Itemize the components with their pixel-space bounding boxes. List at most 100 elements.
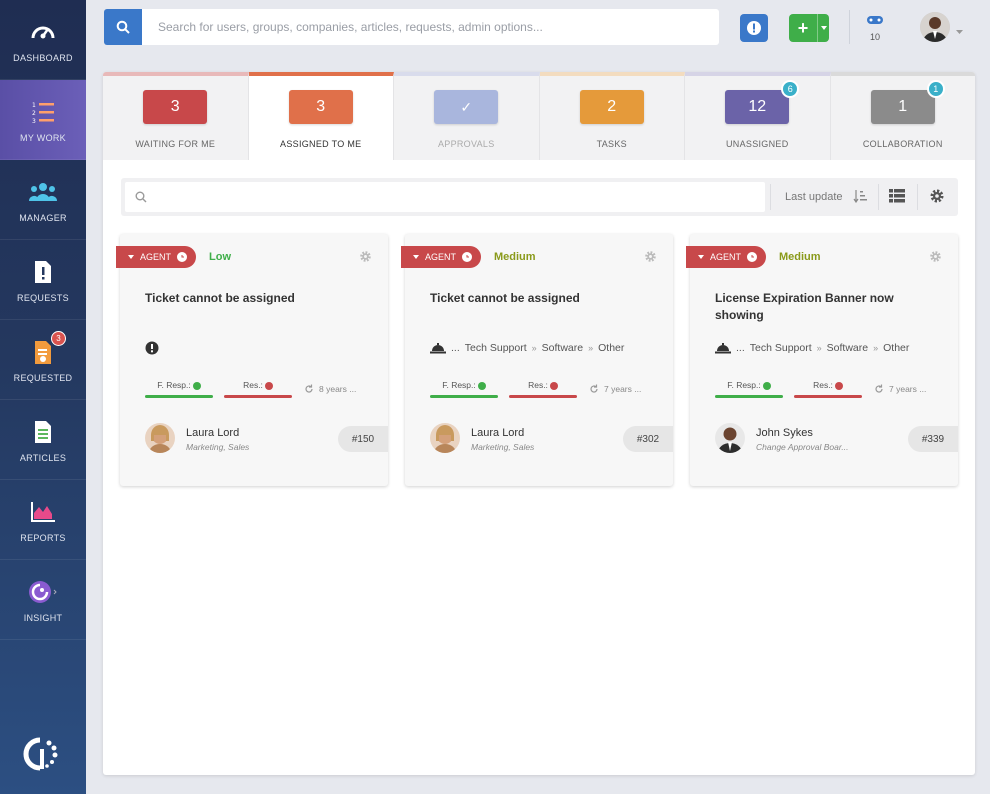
sidebar-item-label: REQUESTS <box>17 293 69 303</box>
agent-label: AGENT <box>425 252 456 262</box>
agent-role-tag[interactable]: AGENT <box>686 246 766 268</box>
filter-search-input[interactable] <box>125 182 765 212</box>
sidebar: DASHBOARD 123 MY WORK MANAGER REQUESTS 3… <box>0 0 86 794</box>
sidebar-item-requested[interactable]: 3 REQUESTED <box>0 320 86 400</box>
tab-label: COLLABORATION <box>863 139 943 149</box>
document-alert-icon <box>28 257 58 287</box>
refresh-icon <box>304 384 314 394</box>
tab-count-value: 12 <box>748 98 766 116</box>
tab-label: WAITING FOR ME <box>135 139 215 149</box>
tab-waiting-for-me[interactable]: 3 WAITING FOR ME <box>103 72 249 160</box>
ticket-age: 7 years ... <box>874 384 926 394</box>
tab-tasks[interactable]: 2 TASKS <box>540 72 686 160</box>
breadcrumb-item[interactable]: Tech Support <box>465 342 527 354</box>
chevron-down-icon[interactable] <box>817 14 829 42</box>
agent-role-tag[interactable]: AGENT <box>401 246 481 268</box>
ticket-id[interactable]: #150 <box>338 426 388 452</box>
ticket-id[interactable]: #302 <box>623 426 673 452</box>
ticket-title[interactable]: License Expiration Banner now showing <box>715 290 940 324</box>
search-icon <box>116 20 130 34</box>
age-text: 7 years ... <box>889 384 926 394</box>
sidebar-item-my-work[interactable]: 123 MY WORK <box>0 80 86 160</box>
gear-icon[interactable] <box>929 188 945 209</box>
sidebar-item-requests[interactable]: REQUESTS <box>0 240 86 320</box>
priority-label: Low <box>209 251 231 263</box>
sidebar-item-dashboard[interactable]: DASHBOARD <box>0 0 86 80</box>
agent-label: AGENT <box>710 252 741 262</box>
breadcrumb-item[interactable]: Software <box>827 342 868 354</box>
tab-unassigned[interactable]: 12 6 UNASSIGNED <box>685 72 831 160</box>
agent-role-tag[interactable]: AGENT <box>116 246 196 268</box>
sidebar-item-articles[interactable]: ARTICLES <box>0 400 86 480</box>
breadcrumb-item[interactable]: ... <box>736 342 745 354</box>
agent-label: AGENT <box>140 252 171 262</box>
sidebar-item-label: REPORTS <box>20 533 65 543</box>
ticket-card[interactable]: AGENT Medium License Expiration Banner n… <box>690 234 958 486</box>
clock-icon <box>462 252 472 262</box>
gamification-count: 10 <box>862 32 888 42</box>
people-icon <box>28 177 58 207</box>
search-button[interactable] <box>104 9 142 45</box>
tab-label: UNASSIGNED <box>726 139 789 149</box>
user-avatar[interactable] <box>430 423 460 453</box>
ticket-age: 7 years ... <box>589 384 641 394</box>
ticket-id[interactable]: #339 <box>908 426 958 452</box>
ticket-card[interactable]: AGENT Low Ticket cannot be assigned F. R… <box>120 234 388 486</box>
list-view-icon[interactable] <box>889 189 905 208</box>
work-tabs: 3 WAITING FOR ME 3 ASSIGNED TO ME ✓ APPR… <box>103 72 975 160</box>
requester-name[interactable]: Laura Lord <box>471 427 524 439</box>
sla-label: F. Resp.: <box>442 380 476 390</box>
check-circle-icon <box>478 382 486 390</box>
search-icon <box>135 190 147 208</box>
tab-count: 3 <box>289 90 353 124</box>
chevron-down-icon[interactable] <box>956 22 963 40</box>
sidebar-item-reports[interactable]: REPORTS <box>0 480 86 560</box>
tab-assigned-to-me[interactable]: 3 ASSIGNED TO ME <box>249 72 395 160</box>
tab-approvals[interactable]: ✓ APPROVALS <box>394 72 540 160</box>
requester-name[interactable]: Laura Lord <box>186 427 239 439</box>
global-search-input[interactable]: Search for users, groups, companies, art… <box>142 9 719 45</box>
breadcrumb-item[interactable]: ... <box>451 342 460 354</box>
sort-descending-icon[interactable] <box>853 189 867 208</box>
gear-icon[interactable] <box>929 250 942 268</box>
sla-bar <box>430 395 498 398</box>
sort-label[interactable]: Last update <box>785 191 843 203</box>
user-avatar[interactable] <box>145 423 175 453</box>
tab-collaboration[interactable]: 1 1 COLLABORATION <box>831 72 976 160</box>
user-avatar[interactable] <box>715 423 745 453</box>
ticket-card[interactable]: AGENT Medium Ticket cannot be assigned .… <box>405 234 673 486</box>
gauge-icon <box>28 17 58 47</box>
breadcrumb-item[interactable]: Other <box>598 342 624 354</box>
breadcrumb-item[interactable]: Other <box>883 342 909 354</box>
gear-icon[interactable] <box>359 250 372 268</box>
list-toolbar: Last update <box>121 178 958 216</box>
breadcrumb-item[interactable]: Tech Support <box>750 342 812 354</box>
alerts-button[interactable] <box>740 14 768 42</box>
user-avatar[interactable] <box>920 12 950 42</box>
first-response-sla: F. Resp.: <box>715 380 783 398</box>
logo-icon <box>23 734 63 774</box>
article-icon <box>28 417 58 447</box>
ticket-title[interactable]: Ticket cannot be assigned <box>145 290 370 307</box>
sidebar-item-label: REQUESTED <box>14 373 73 383</box>
category-breadcrumb: ... Tech Support » Software » Other <box>430 342 624 354</box>
tab-label: TASKS <box>597 139 627 149</box>
ticket-title[interactable]: Ticket cannot be assigned <box>430 290 655 307</box>
breadcrumb-item[interactable]: Software <box>542 342 583 354</box>
app-logo[interactable] <box>0 734 86 774</box>
requester-name[interactable]: John Sykes <box>756 427 813 439</box>
check-circle-icon <box>193 382 201 390</box>
add-new-button[interactable]: + <box>789 14 829 42</box>
breadcrumb-separator: » <box>873 343 878 353</box>
gear-icon[interactable] <box>644 250 657 268</box>
category-breadcrumb: ... Tech Support » Software » Other <box>715 342 909 354</box>
sla-bar <box>224 395 292 398</box>
x-circle-icon <box>835 382 843 390</box>
tab-badge: 1 <box>927 80 945 98</box>
sidebar-item-insight[interactable]: INSIGHT <box>0 560 86 640</box>
gamification-button[interactable]: 10 <box>862 12 888 42</box>
sidebar-item-manager[interactable]: MANAGER <box>0 160 86 240</box>
service-bell-icon <box>430 342 446 354</box>
clock-icon <box>177 252 187 262</box>
svg-text:2: 2 <box>32 110 36 117</box>
